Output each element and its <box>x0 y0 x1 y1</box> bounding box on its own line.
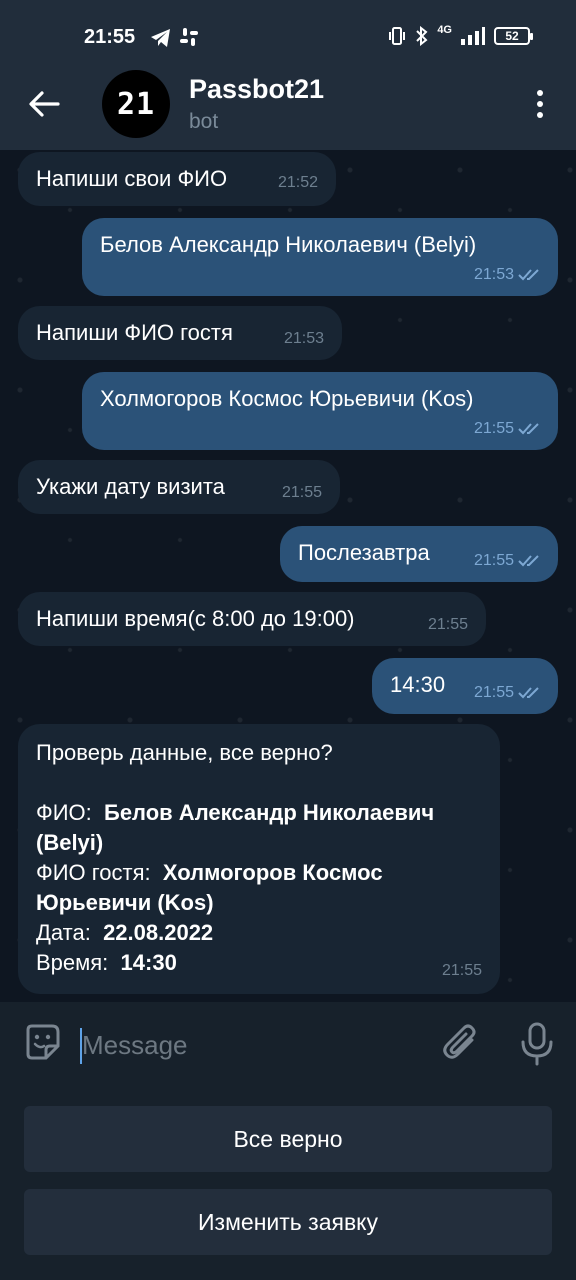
message-input[interactable] <box>82 1022 412 1068</box>
summary-fio-row: ФИО: Белов Александр Николаевич <box>36 798 434 828</box>
message-text: Напиши свои ФИО <box>36 166 228 191</box>
network-type: 4G <box>437 24 452 36</box>
message-time: 21:53 <box>474 260 544 290</box>
message-bubble-outgoing[interactable]: Белов Александр Николаевич (Belyi) 21:53 <box>82 218 558 296</box>
double-check-icon <box>518 423 539 435</box>
message-time: 21:55 <box>474 414 544 444</box>
message-time: 21:55 <box>427 616 468 633</box>
chat-header: 21 Passbot21 bot <box>0 62 576 150</box>
summary-time-value: 14:30 <box>120 950 177 975</box>
message-text: Холмогоров Космос Юрьевичи (Kos) <box>100 386 474 411</box>
top-bar: 21:55 4G 52 21 Passbot21 bot <box>0 0 576 150</box>
battery-indicator: 52 <box>494 27 533 45</box>
message-text: Напиши время(с 8:00 до 19:00) <box>36 606 355 631</box>
summary-question: Проверь данные, все верно? <box>36 740 333 765</box>
back-arrow-icon[interactable] <box>26 84 62 124</box>
message-bubble-summary[interactable]: Проверь данные, все верно? ФИО: Белов Ал… <box>18 724 500 994</box>
message-bubble-outgoing[interactable]: Холмогоров Космос Юрьевичи (Kos) 21:55 <box>82 372 558 450</box>
status-bar: 21:55 4G 52 <box>0 0 576 62</box>
edit-request-button[interactable]: Изменить заявку <box>24 1189 552 1255</box>
bot-avatar[interactable]: 21 <box>102 70 170 138</box>
message-time: 21:55 <box>474 678 544 708</box>
summary-guest-value: Холмогоров Космос <box>162 860 383 885</box>
summary-time-row: Время: 14:30 <box>36 948 177 978</box>
message-bubble-incoming[interactable]: Напиши свои ФИО 21:52 <box>18 152 336 206</box>
double-check-icon <box>518 555 539 567</box>
more-options-icon[interactable] <box>524 84 556 124</box>
status-time: 21:55 <box>84 26 136 48</box>
message-text: Напиши ФИО гостя <box>36 320 233 345</box>
summary-guest-label: ФИО гостя: <box>36 860 151 885</box>
telegram-chat-screen: 21:55 4G 52 21 Passbot21 bot Напиши свои… <box>0 0 576 1280</box>
summary-fio-label: ФИО: <box>36 800 92 825</box>
message-time: 21:52 <box>277 174 318 191</box>
status-right-icons: 4G 52 <box>387 24 533 46</box>
double-check-icon <box>518 269 539 281</box>
double-check-icon <box>518 687 539 699</box>
vibrate-icon <box>389 27 406 45</box>
message-time: 21:55 <box>281 484 322 501</box>
confirm-button[interactable]: Все верно <box>24 1106 552 1172</box>
message-time: 21:55 <box>474 546 544 576</box>
status-left-icons <box>150 28 198 48</box>
message-bubble-incoming[interactable]: Укажи дату визита 21:55 <box>18 460 340 514</box>
paperclip-icon[interactable] <box>442 1022 480 1064</box>
message-text: Укажи дату визита <box>36 474 225 499</box>
message-text: Белов Александр Николаевич (Belyi) <box>100 232 477 257</box>
message-text: Послезавтра <box>298 540 430 565</box>
message-list[interactable]: Напиши свои ФИО 21:52 Белов Александр Ни… <box>0 150 576 1002</box>
message-input-bar <box>0 1002 576 1082</box>
message-time: 21:53 <box>283 330 324 347</box>
sticker-emoji-icon[interactable] <box>22 1022 62 1062</box>
summary-date-value: 22.08.2022 <box>103 920 214 945</box>
chat-subtitle: bot <box>189 110 219 133</box>
microphone-icon[interactable] <box>518 1022 556 1066</box>
bluetooth-icon <box>416 26 428 46</box>
avatar-logo-text: 21 <box>116 86 156 122</box>
summary-fio-value-cont: (Belyi) <box>36 830 104 855</box>
chat-title[interactable]: Passbot21 <box>189 74 324 105</box>
signal-icon <box>461 27 485 45</box>
message-bubble-outgoing[interactable]: 14:30 21:55 <box>372 658 558 714</box>
slack-icon <box>180 28 198 46</box>
summary-guest-row: ФИО гостя: Холмогоров Космос <box>36 858 383 888</box>
summary-guest-value-cont: Юрьевичи (Kos) <box>36 890 214 915</box>
message-bubble-outgoing[interactable]: Послезавтра 21:55 <box>280 526 558 582</box>
message-bubble-incoming[interactable]: Напиши ФИО гостя 21:53 <box>18 306 342 360</box>
telegram-icon <box>151 29 170 47</box>
summary-date-row: Дата: 22.08.2022 <box>36 918 213 948</box>
message-text: 14:30 <box>390 672 446 697</box>
summary-date-label: Дата: <box>36 920 91 945</box>
summary-fio-value: Белов Александр Николаевич <box>104 800 435 825</box>
message-time: 21:55 <box>441 962 482 979</box>
bot-reply-keyboard: Все верно Изменить заявку <box>0 1082 576 1280</box>
message-bubble-incoming[interactable]: Напиши время(с 8:00 до 19:00) 21:55 <box>18 592 486 646</box>
summary-time-label: Время: <box>36 950 109 975</box>
